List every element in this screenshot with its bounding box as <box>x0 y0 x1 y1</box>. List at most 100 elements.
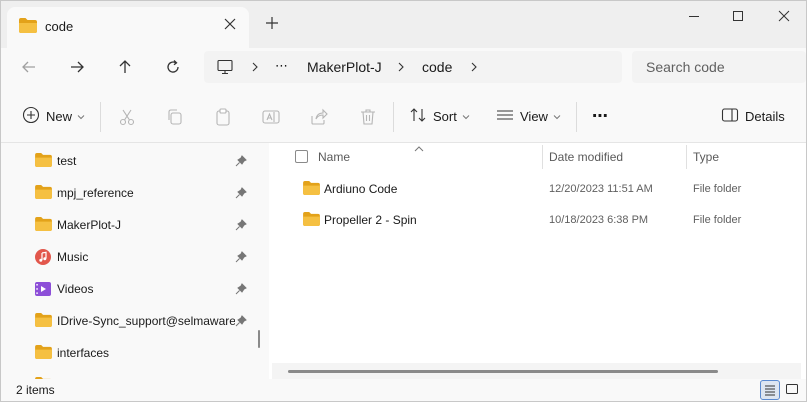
chevron-right-icon[interactable] <box>469 61 479 73</box>
tab-code[interactable]: code <box>7 7 249 48</box>
file-date-modified: 12/20/2023 11:51 AM <box>549 183 653 195</box>
pin-icon[interactable] <box>235 251 247 266</box>
nav-item-label: Videos <box>57 282 94 296</box>
nav-item-interfaces[interactable]: interfaces <box>1 337 251 367</box>
view-button[interactable]: View <box>496 106 561 126</box>
nav-item-label: IDrive-Sync_support@selmaware. <box>57 314 235 328</box>
nav-item-idrive-sync[interactable]: IDrive-Sync_support@selmaware. <box>1 305 251 335</box>
search-placeholder: Search code <box>646 59 725 75</box>
rename-icon[interactable] <box>261 107 281 127</box>
file-row[interactable]: Ardiuno Code 12/20/2023 11:51 AM File fo… <box>269 173 806 203</box>
chevron-right-icon[interactable] <box>250 61 260 73</box>
close-window-icon[interactable] <box>777 9 791 23</box>
more-options-button[interactable]: ⋯ <box>592 106 608 126</box>
delete-icon[interactable] <box>358 107 378 127</box>
up-arrow-icon[interactable] <box>115 57 135 77</box>
nav-item-label: interfaces <box>57 346 110 360</box>
more-options-label: ⋯ <box>592 108 608 125</box>
thumbnail-view-icon[interactable] <box>783 380 803 400</box>
toolbar-divider <box>393 102 394 132</box>
nav-item-label: mpj_reference <box>57 186 134 200</box>
cut-icon[interactable] <box>117 107 137 127</box>
nav-item-label: Music <box>57 250 89 264</box>
title-bar: code <box>1 1 806 48</box>
address-bar[interactable]: ⋯ MakerPlot-J code <box>204 51 622 83</box>
column-header-name[interactable]: Name <box>318 150 350 164</box>
chevron-down-icon <box>462 109 470 123</box>
splitter-grip[interactable] <box>258 330 260 348</box>
minimize-icon[interactable] <box>687 9 701 23</box>
file-row[interactable]: Propeller 2 - Spin 10/18/2023 6:38 PM Fi… <box>269 204 806 234</box>
folder-icon <box>35 185 52 202</box>
column-header-type[interactable]: Type <box>693 150 719 164</box>
details-button-label: Details <box>745 108 785 124</box>
computer-icon <box>217 59 233 78</box>
details-pane-icon <box>721 106 739 127</box>
status-bar: 2 items <box>1 379 806 401</box>
folder-icon <box>303 181 320 198</box>
refresh-icon[interactable] <box>163 57 183 77</box>
folder-icon <box>19 18 37 36</box>
breadcrumb-makerplot-j[interactable]: MakerPlot-J <box>307 59 382 75</box>
address-overflow[interactable]: ⋯ <box>275 58 289 74</box>
file-name: Propeller 2 - Spin <box>324 213 417 227</box>
nav-item-partial[interactable] <box>1 369 251 379</box>
share-icon[interactable] <box>309 107 329 127</box>
folder-icon <box>35 345 52 362</box>
nav-item-videos[interactable]: Videos <box>1 273 251 303</box>
file-explorer-window: code ⋯ MakerPlot-J code Search code New … <box>0 0 807 402</box>
plus-circle-icon <box>22 106 40 127</box>
select-all-checkbox[interactable] <box>295 150 308 163</box>
nav-item-mpj-reference[interactable]: mpj_reference <box>1 177 251 207</box>
details-view-icon[interactable] <box>760 380 780 400</box>
tab-title: code <box>45 19 74 34</box>
toolbar-divider <box>100 102 101 132</box>
item-count: 2 items <box>16 383 55 397</box>
command-bar: New Sort View ⋯ Details <box>1 90 806 143</box>
view-button-label: View <box>520 108 548 124</box>
file-type: File folder <box>693 183 742 195</box>
close-tab-icon[interactable] <box>223 17 237 31</box>
pin-icon[interactable] <box>235 219 247 234</box>
toolbar-divider <box>576 102 577 132</box>
pin-icon[interactable] <box>235 187 247 202</box>
folder-icon <box>35 153 52 170</box>
video-icon <box>35 281 51 300</box>
sort-button[interactable]: Sort <box>409 106 470 126</box>
file-type: File folder <box>693 214 742 226</box>
column-divider[interactable] <box>542 145 543 169</box>
folder-icon <box>303 212 320 229</box>
forward-arrow-icon[interactable] <box>67 57 87 77</box>
nav-item-label: MakerPlot-J <box>57 218 122 232</box>
copy-icon[interactable] <box>165 107 185 127</box>
maximize-icon[interactable] <box>731 9 745 23</box>
pin-icon[interactable] <box>235 315 247 330</box>
music-icon <box>35 249 51 268</box>
address-row: ⋯ MakerPlot-J code Search code <box>1 48 806 90</box>
pane-splitter[interactable] <box>251 143 269 379</box>
scrollbar-thumb[interactable] <box>288 370 718 373</box>
new-button[interactable]: New <box>22 106 85 126</box>
details-button[interactable]: Details <box>721 106 785 126</box>
nav-item-makerplot-j[interactable]: MakerPlot-J <box>1 209 251 239</box>
breadcrumb-code[interactable]: code <box>422 59 452 75</box>
pin-icon[interactable] <box>235 155 247 170</box>
paste-icon[interactable] <box>213 107 233 127</box>
navigation-pane: test mpj_reference MakerPlot-J Music Vid… <box>1 143 251 379</box>
horizontal-scrollbar[interactable] <box>272 363 801 379</box>
search-input[interactable]: Search code <box>632 51 806 83</box>
column-divider[interactable] <box>686 145 687 169</box>
file-list: Name Date modified Type Ardiuno Code 12/… <box>269 143 806 379</box>
pin-icon[interactable] <box>235 283 247 298</box>
back-arrow-icon[interactable] <box>19 57 39 77</box>
column-header-date-modified[interactable]: Date modified <box>549 150 623 164</box>
nav-item-test[interactable]: test <box>1 145 251 175</box>
chevron-right-icon[interactable] <box>396 61 406 73</box>
new-tab-plus-icon[interactable] <box>265 16 279 30</box>
file-name: Ardiuno Code <box>324 182 398 196</box>
nav-item-music[interactable]: Music <box>1 241 251 271</box>
view-lines-icon <box>496 106 514 127</box>
folder-icon <box>35 313 52 330</box>
sort-arrows-icon <box>409 106 427 127</box>
nav-item-label: test <box>57 154 77 168</box>
